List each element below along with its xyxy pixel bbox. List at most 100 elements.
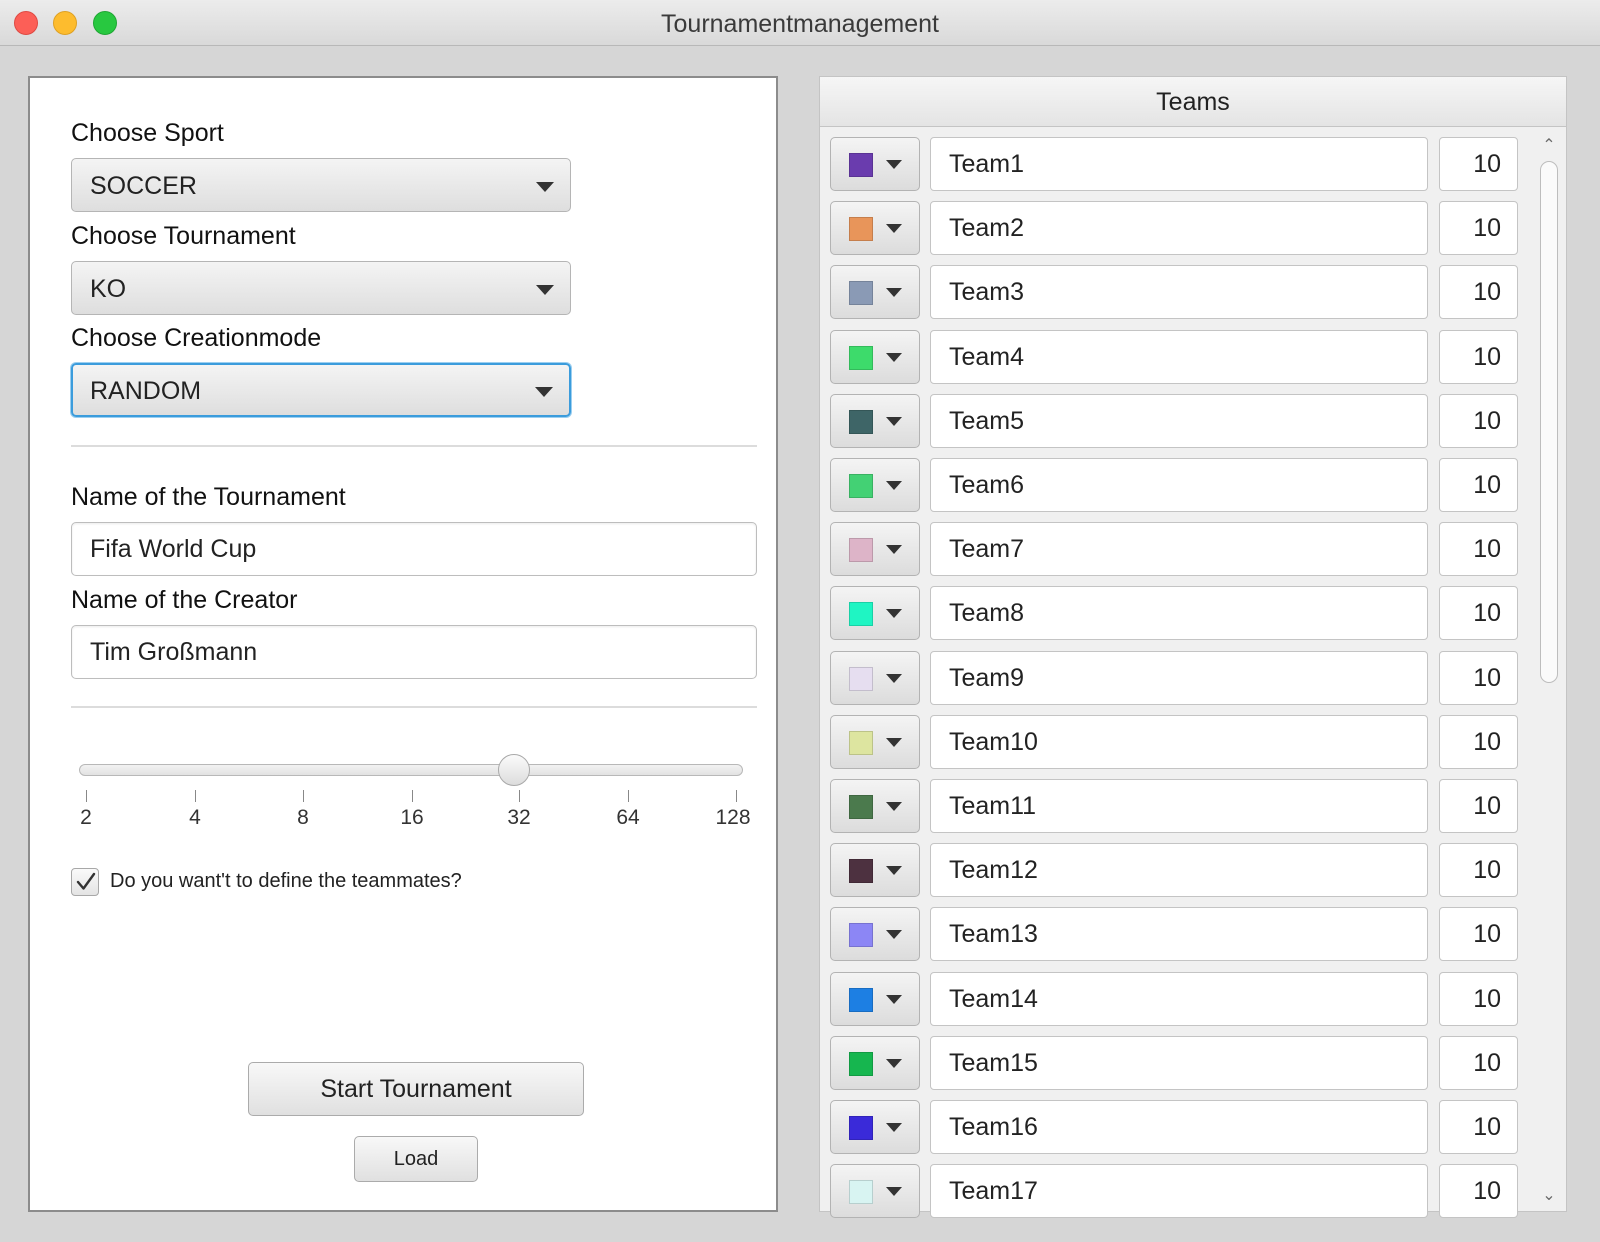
team-name-field[interactable]: Team15: [930, 1036, 1428, 1090]
team-name-field[interactable]: Team6: [930, 458, 1428, 512]
team-value-field[interactable]: 10: [1439, 394, 1518, 448]
slider-tick: [86, 790, 87, 802]
chevron-down-icon: [886, 224, 902, 233]
team-value-field[interactable]: 10: [1439, 843, 1518, 897]
team-value-field[interactable]: 10: [1439, 715, 1518, 769]
chevron-down-icon: [535, 387, 553, 397]
team-color-picker[interactable]: [830, 651, 920, 705]
team-color-picker[interactable]: [830, 1100, 920, 1154]
team-row: Team5 10: [830, 394, 1520, 448]
slider-tick: [412, 790, 413, 802]
team-color-picker[interactable]: [830, 330, 920, 384]
team-value-field[interactable]: 10: [1439, 779, 1518, 833]
team-count-slider-thumb[interactable]: [498, 754, 530, 786]
creationmode-select[interactable]: RANDOM: [71, 363, 571, 417]
scroll-up-icon[interactable]: ⌃: [1541, 135, 1557, 155]
load-button[interactable]: Load: [354, 1136, 478, 1182]
team-value-field[interactable]: 10: [1439, 1100, 1518, 1154]
color-swatch: [849, 795, 873, 819]
chevron-down-icon: [886, 995, 902, 1004]
creator-name-input[interactable]: [71, 625, 757, 679]
slider-tick: [195, 790, 196, 802]
team-row: Team10 10: [830, 715, 1520, 769]
color-swatch: [849, 474, 873, 498]
team-color-picker[interactable]: [830, 137, 920, 191]
slider-tick-label: 64: [616, 806, 640, 829]
team-name-field[interactable]: Team17: [930, 1164, 1428, 1218]
team-value-field[interactable]: 10: [1439, 1036, 1518, 1090]
team-row: Team2 10: [830, 201, 1520, 255]
team-value-field[interactable]: 10: [1439, 586, 1518, 640]
team-color-picker[interactable]: [830, 1164, 920, 1218]
chevron-down-icon: [886, 545, 902, 554]
team-color-picker[interactable]: [830, 907, 920, 961]
team-value-field[interactable]: 10: [1439, 137, 1518, 191]
team-name-field[interactable]: Team1: [930, 137, 1428, 191]
team-color-picker[interactable]: [830, 201, 920, 255]
team-color-picker[interactable]: [830, 1036, 920, 1090]
color-swatch: [849, 1180, 873, 1204]
team-color-picker[interactable]: [830, 458, 920, 512]
team-color-picker[interactable]: [830, 972, 920, 1026]
slider-tick: [519, 790, 520, 802]
team-row: Team6 10: [830, 458, 1520, 512]
team-name-field[interactable]: Team13: [930, 907, 1428, 961]
slider-tick: [628, 790, 629, 802]
define-teammates-checkbox[interactable]: [71, 868, 99, 896]
team-color-picker[interactable]: [830, 586, 920, 640]
team-name-field[interactable]: Team11: [930, 779, 1428, 833]
chevron-down-icon: [886, 674, 902, 683]
team-value-field[interactable]: 10: [1439, 522, 1518, 576]
vertical-scrollbar[interactable]: ⌃ ⌄: [1535, 135, 1563, 1209]
team-value-field[interactable]: 10: [1439, 458, 1518, 512]
start-tournament-button[interactable]: Start Tournament: [248, 1062, 584, 1116]
tournament-name-input[interactable]: [71, 522, 757, 576]
slider-tick: [736, 790, 737, 802]
chevron-down-icon: [536, 182, 554, 192]
chevron-down-icon: [886, 1123, 902, 1132]
scrollbar-thumb[interactable]: [1540, 161, 1558, 683]
team-name-field[interactable]: Team8: [930, 586, 1428, 640]
team-name-field[interactable]: Team7: [930, 522, 1428, 576]
color-swatch: [849, 410, 873, 434]
team-value-field[interactable]: 10: [1439, 907, 1518, 961]
team-color-picker[interactable]: [830, 843, 920, 897]
teams-header: Teams: [820, 77, 1566, 127]
sport-select-value: SOCCER: [90, 172, 197, 200]
team-value-field[interactable]: 10: [1439, 265, 1518, 319]
team-value-field[interactable]: 10: [1439, 201, 1518, 255]
sport-select[interactable]: SOCCER: [71, 158, 571, 212]
team-color-picker[interactable]: [830, 394, 920, 448]
separator: [71, 706, 757, 708]
team-value-field[interactable]: 10: [1439, 972, 1518, 1026]
team-name-field[interactable]: Team16: [930, 1100, 1428, 1154]
color-swatch: [849, 1052, 873, 1076]
team-name-field[interactable]: Team12: [930, 843, 1428, 897]
team-name-field[interactable]: Team3: [930, 265, 1428, 319]
scroll-down-icon[interactable]: ⌄: [1541, 1185, 1557, 1205]
tournament-select[interactable]: KO: [71, 261, 571, 315]
team-name-field[interactable]: Team5: [930, 394, 1428, 448]
team-color-picker[interactable]: [830, 522, 920, 576]
team-name-field[interactable]: Team9: [930, 651, 1428, 705]
team-value-field[interactable]: 10: [1439, 651, 1518, 705]
team-row: Team14 10: [830, 972, 1520, 1026]
team-color-picker[interactable]: [830, 779, 920, 833]
team-value-field[interactable]: 10: [1439, 1164, 1518, 1218]
tournament-name-label: Name of the Tournament: [71, 483, 346, 511]
chevron-down-icon: [886, 353, 902, 362]
team-name-field[interactable]: Team10: [930, 715, 1428, 769]
team-count-slider-track[interactable]: [79, 764, 743, 776]
team-name-field[interactable]: Team2: [930, 201, 1428, 255]
team-name-field[interactable]: Team4: [930, 330, 1428, 384]
team-value-field[interactable]: 10: [1439, 330, 1518, 384]
team-color-picker[interactable]: [830, 265, 920, 319]
define-teammates-label[interactable]: Do you want't to define the teammates?: [110, 870, 462, 893]
sport-label: Choose Sport: [71, 119, 224, 147]
chevron-down-icon: [886, 802, 902, 811]
slider-tick-label: 32: [507, 806, 531, 829]
team-color-picker[interactable]: [830, 715, 920, 769]
chevron-down-icon: [886, 160, 902, 169]
chevron-down-icon: [886, 417, 902, 426]
team-name-field[interactable]: Team14: [930, 972, 1428, 1026]
